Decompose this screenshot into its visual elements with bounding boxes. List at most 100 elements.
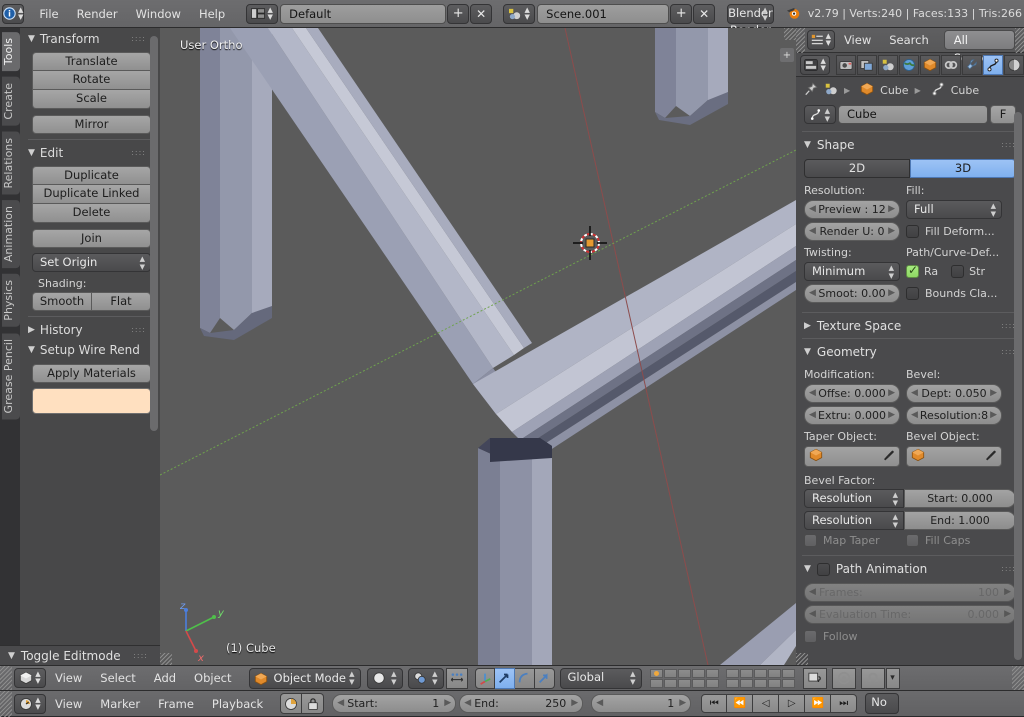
panel-header-history[interactable]: ▶ History :::: [20, 319, 160, 339]
layer-cell[interactable] [767, 678, 781, 688]
delete-button[interactable]: Delete [32, 204, 151, 223]
interaction-mode-dropdown[interactable]: Object Mode ▲ ▼ [248, 667, 361, 689]
shape-3d-button[interactable]: 3D [910, 159, 1016, 178]
twisting-dropdown[interactable]: Minimum ▲ ▼ [804, 262, 900, 281]
breadcrumb-scene-icon[interactable] [824, 82, 838, 99]
eyedropper-icon[interactable] [882, 449, 895, 465]
translate-button[interactable]: Translate [32, 52, 151, 71]
properties-corner-widget-bl[interactable] [796, 653, 808, 665]
properties-editor-icon[interactable]: ▲ ▼ [806, 30, 835, 50]
radius-checkbox[interactable] [906, 263, 919, 278]
translate-manipulator-icon[interactable] [474, 667, 495, 689]
play-reverse-icon[interactable]: ◁ [753, 694, 780, 713]
join-button[interactable]: Join [32, 229, 151, 248]
timeline-menu-view[interactable]: View [46, 693, 91, 715]
tool-shelf-scrollbar[interactable] [150, 36, 158, 431]
stretch-checkbox[interactable] [951, 265, 965, 278]
timeline-menu-playback[interactable]: Playback [203, 693, 272, 715]
properties-corner-widget-right[interactable] [1015, 28, 1024, 53]
fill-caps-checkbox[interactable] [906, 534, 919, 547]
layer-cell[interactable] [677, 678, 691, 688]
fill-deform-checkbox[interactable] [906, 225, 919, 238]
scenes-filter-button[interactable]: All Scenes [943, 30, 1016, 65]
tab-render-layers-icon[interactable] [857, 54, 878, 75]
tab-material-icon[interactable] [1003, 54, 1024, 75]
layer-cell[interactable] [725, 668, 739, 678]
pivot-align-toggle[interactable] [445, 667, 468, 689]
eyedropper-icon[interactable] [984, 449, 997, 465]
rotate-button[interactable]: Rotate [32, 71, 151, 90]
tool-tab-physics[interactable]: Physics [2, 274, 20, 327]
panel-header-setup-wire[interactable]: ▼ Setup Wire Rend [20, 339, 160, 359]
layer-cell[interactable] [725, 678, 739, 688]
bevel-start-field[interactable]: Start: 0.000 [904, 489, 1016, 508]
properties-corner-widget[interactable] [796, 28, 805, 53]
tool-tab-animation[interactable]: Animation [2, 200, 20, 269]
color-swatch-field[interactable] [32, 388, 151, 414]
transform-orientation-dropdown[interactable]: Global ▲ ▼ [559, 667, 642, 689]
taper-object-field[interactable] [804, 446, 900, 467]
layer-cell[interactable] [649, 678, 663, 688]
fake-user-button[interactable]: F [990, 105, 1016, 124]
properties-menu-search[interactable]: Search [880, 29, 938, 51]
layer-cell[interactable] [663, 678, 677, 688]
tool-tab-relations[interactable]: Relations [2, 131, 20, 195]
shape-2d-button[interactable]: 2D [804, 159, 910, 178]
map-taper-checkbox[interactable] [804, 534, 817, 547]
play-icon[interactable]: ▷ [779, 694, 806, 713]
viewport-menu-add[interactable]: Add [145, 667, 185, 689]
menu-help[interactable]: Help [190, 3, 234, 25]
tool-tab-grease-pencil[interactable]: Grease Pencil [2, 332, 20, 420]
layer-cell[interactable] [753, 668, 767, 678]
sync-mode-dropdown[interactable]: No [865, 693, 900, 714]
panel-header-toggle-editmode[interactable]: ▼ Toggle Editmode :::: [0, 645, 160, 665]
apply-materials-button[interactable]: Apply Materials [32, 364, 151, 383]
panel-header-edit[interactable]: ▼ Edit :::: [20, 142, 160, 162]
frame-start-field[interactable]: ◀ Start: 1 ▶ [332, 694, 457, 713]
screen-layout-field[interactable]: Default [280, 3, 447, 24]
timeline-corner-widget[interactable] [0, 690, 12, 717]
layer-cell[interactable] [649, 668, 663, 678]
pivot-point-dropdown[interactable]: ▲ ▼ [407, 667, 444, 689]
panel-header-path-animation[interactable]: ▼ Path Animation :::: [796, 558, 1024, 579]
delete-scene-button[interactable]: ✕ [693, 3, 716, 24]
datablock-browse-icon[interactable]: ▲ ▼ [804, 105, 836, 124]
view3d-editor-icon[interactable]: ▲ ▼ [14, 668, 46, 688]
layer-cell[interactable] [739, 678, 753, 688]
next-keyframe-icon[interactable]: ⏩ [805, 694, 832, 713]
snap-mode-dropdown[interactable]: ▾ [885, 667, 900, 689]
proportional-edit-icon[interactable] [831, 667, 856, 689]
layer-cell[interactable] [705, 668, 719, 678]
prev-keyframe-icon[interactable]: ⏪ [727, 694, 754, 713]
frames-field[interactable]: ◀ Frames: 100 ▶ [804, 583, 1016, 602]
layer-cell[interactable] [705, 678, 719, 688]
scene-name-field[interactable]: Scene.001 [537, 3, 670, 24]
tool-tab-tools[interactable]: Tools [2, 32, 20, 72]
properties-menu-view[interactable]: View [835, 29, 880, 51]
bounds-clamp-checkbox[interactable] [906, 287, 919, 300]
bevel-end-mapping-dropdown[interactable]: Resolution ▲ ▼ [804, 511, 904, 530]
layer-cell[interactable] [739, 668, 753, 678]
layer-cell[interactable] [767, 668, 781, 678]
tab-render-icon[interactable] [836, 54, 857, 75]
3d-viewport[interactable]: z y x User Ortho (1) Cube + [160, 28, 796, 665]
mirror-button[interactable]: Mirror [32, 115, 151, 134]
panel-header-texture-space[interactable]: ▶ Texture Space :::: [796, 315, 1024, 336]
record-icon[interactable] [280, 693, 303, 714]
shade-smooth-button[interactable]: Smooth [32, 292, 92, 311]
tool-tab-create[interactable]: Create [2, 77, 20, 126]
viewport-header-corner-right[interactable] [1012, 665, 1024, 691]
extrude-field[interactable]: ◀ Extru: 0.000 ▶ [804, 406, 900, 425]
layer-cell[interactable] [691, 678, 705, 688]
screen-layout-icon[interactable]: ▲ ▼ [246, 3, 279, 24]
panel-header-geometry[interactable]: ▼ Geometry :::: [796, 341, 1024, 362]
layer-cell[interactable] [781, 678, 795, 688]
viewport-menu-object[interactable]: Object [185, 667, 240, 689]
manipulator-extra-icon[interactable] [534, 667, 555, 689]
layer-cell[interactable] [691, 668, 705, 678]
menu-render[interactable]: Render [68, 3, 127, 25]
evaluation-time-field[interactable]: ◀ Evaluation Time: 0.000 ▶ [804, 605, 1016, 624]
rotate-manipulator-icon[interactable] [494, 667, 515, 689]
bevel-resolution-field[interactable]: ◀ Resolution:8 ▶ [906, 406, 1002, 425]
tab-curve-data-icon[interactable] [983, 54, 1003, 75]
